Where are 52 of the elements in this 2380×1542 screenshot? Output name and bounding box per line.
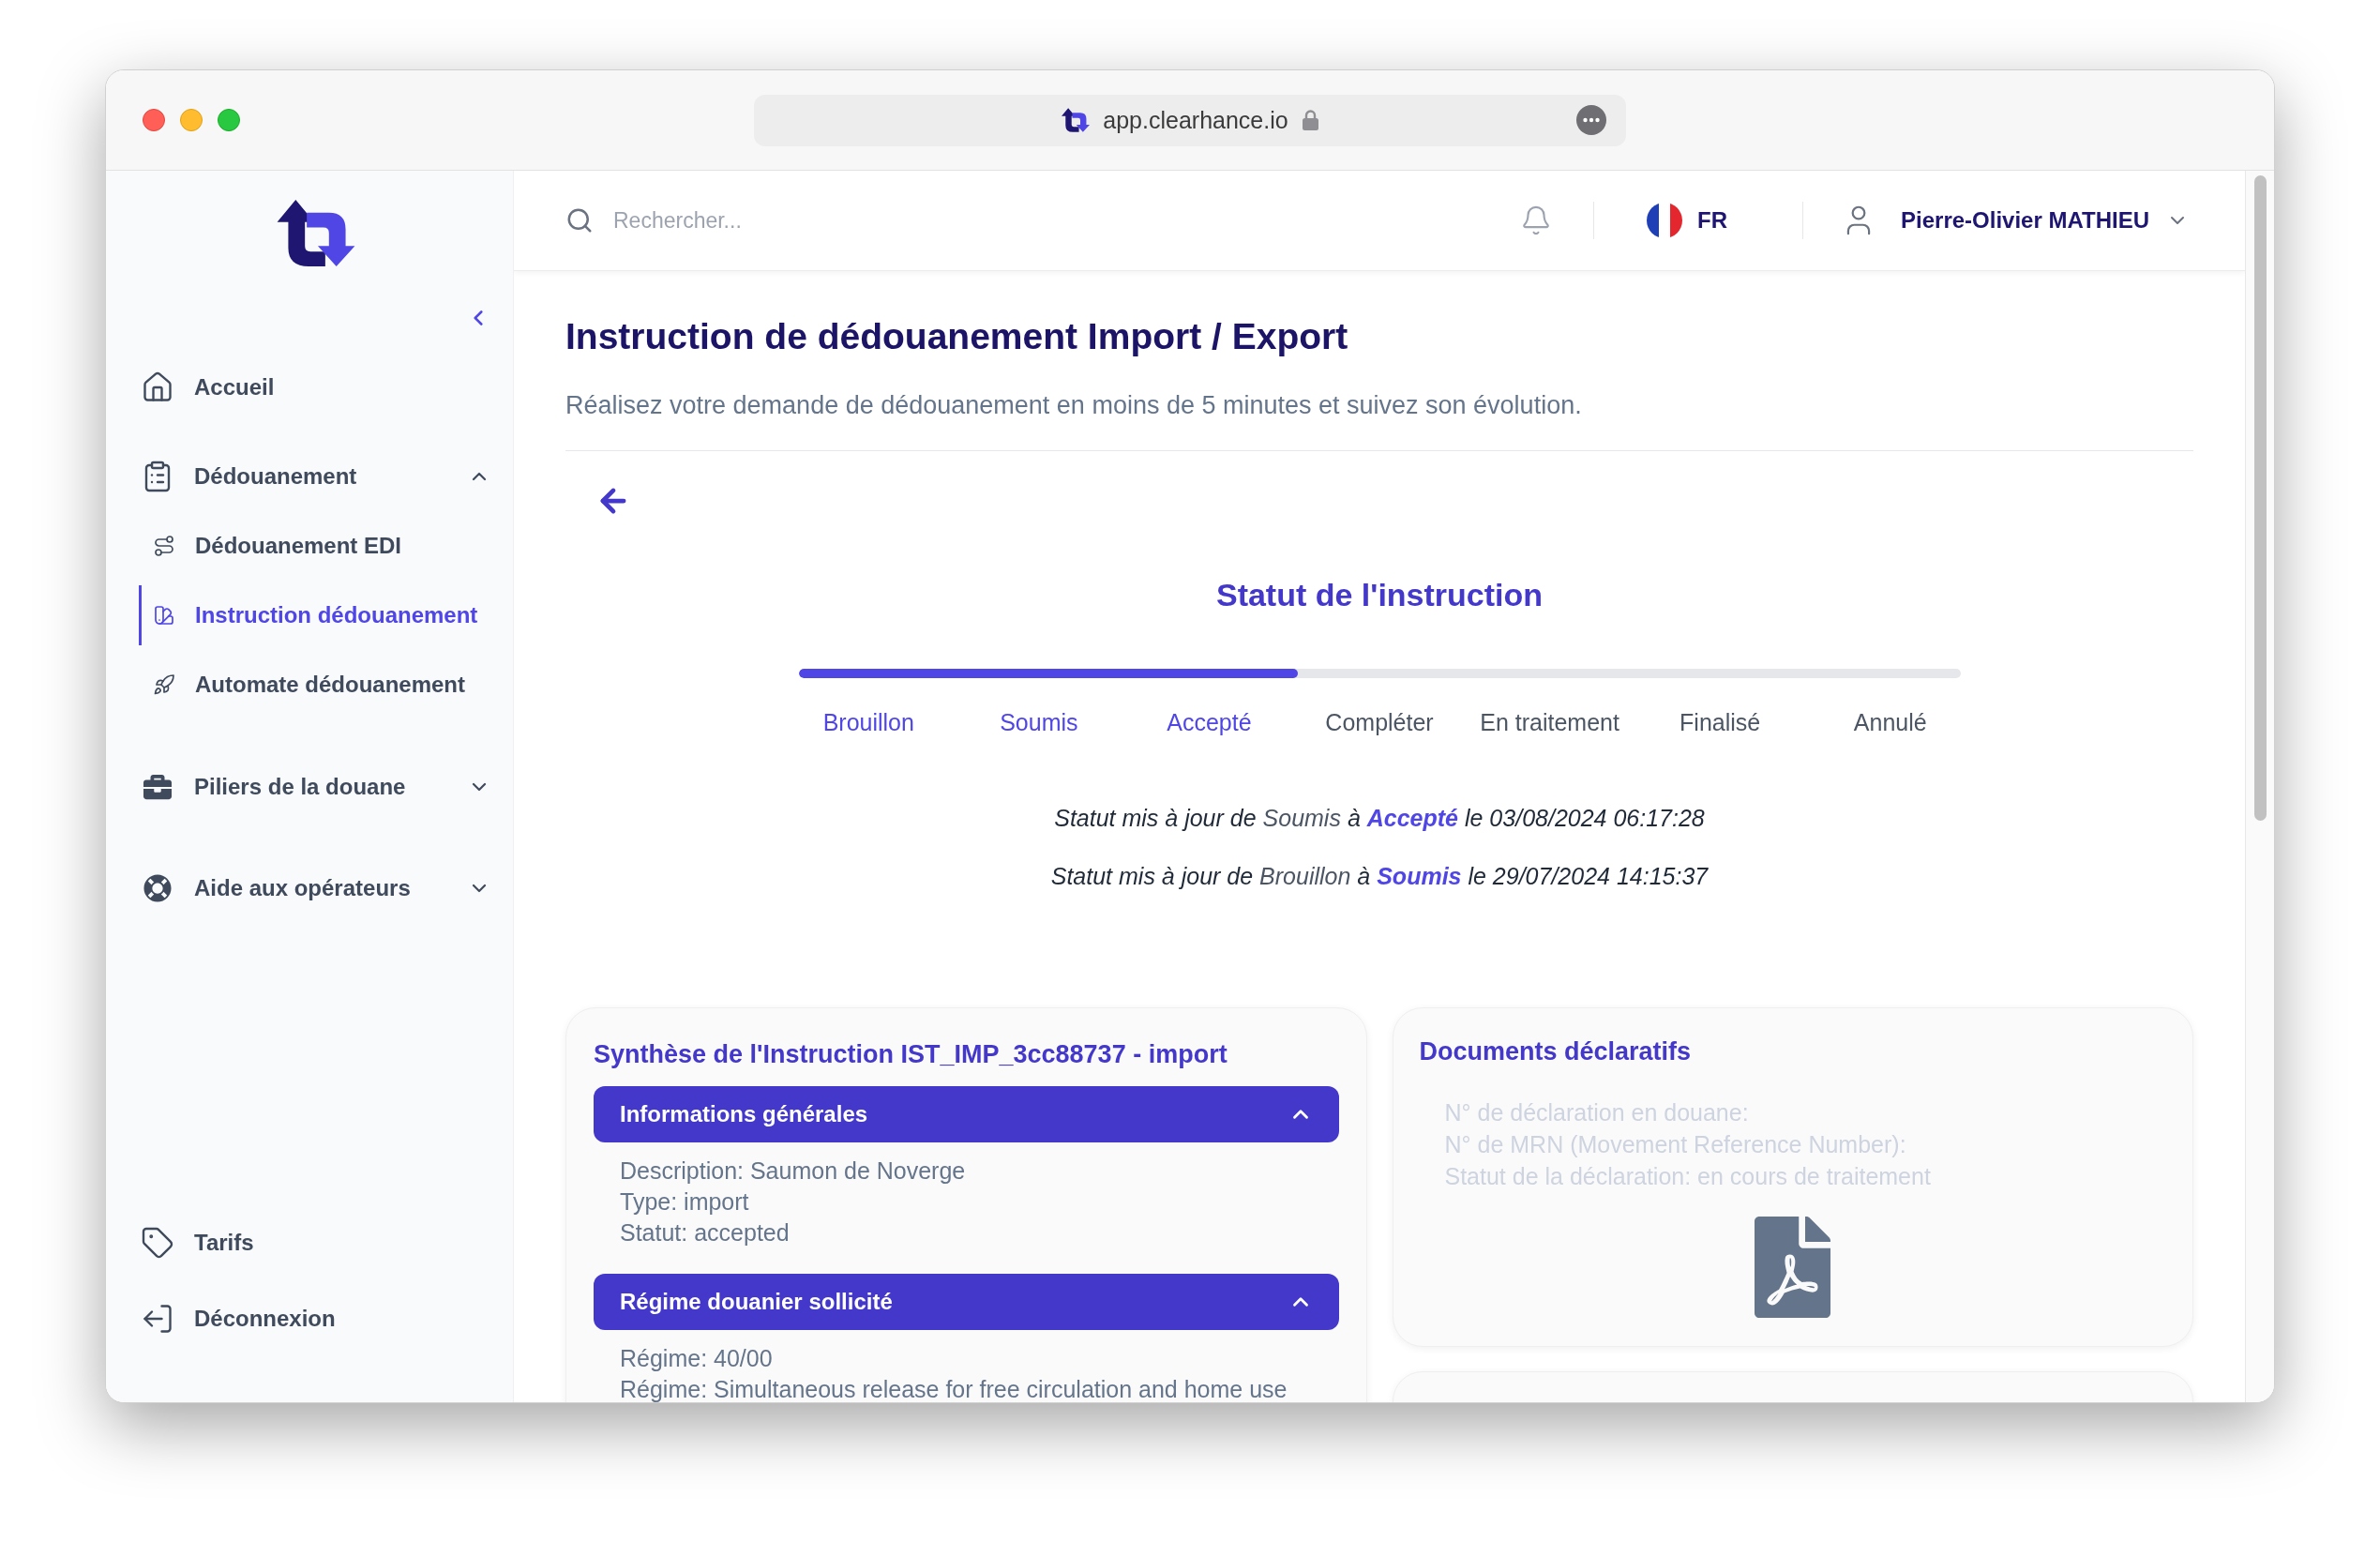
lock-icon: [1302, 110, 1318, 130]
nav-subitem[interactable]: Dédouanement EDI: [139, 516, 490, 576]
detail-line: Régime: 40/00: [620, 1344, 773, 1373]
rocket-icon: [153, 673, 175, 696]
user-menu[interactable]: Pierre-Olivier MATHIEU: [1841, 203, 2189, 238]
flag-icon: [1647, 203, 1683, 238]
nav-item[interactable]: Déconnexion: [141, 1296, 490, 1341]
page-subtitle: Réalisez votre demande de dédouanement en moins de 5 minutes et suivez son évolution.: [565, 390, 1582, 421]
logo-icon: [1062, 108, 1091, 132]
detail-line: Type: import: [620, 1187, 749, 1217]
scrollbar-thumb[interactable]: [2253, 175, 2267, 821]
status-history-entry: Statut mis à jour de Soumis à Accepté le 03/08/2024 06:17:28: [1054, 804, 1705, 833]
window-minimize-button[interactable]: [180, 109, 203, 131]
page-title: Instruction de dédouanement Import / Export: [565, 316, 1348, 357]
more-icon[interactable]: [1576, 105, 1606, 135]
accordion-header[interactable]: Informations générales: [594, 1086, 1339, 1142]
nav-subitem[interactable]: Automate dédouanement: [139, 655, 490, 715]
card-title: Synthèse de l'Instruction IST_IMP_3cc88737 - import: [594, 1039, 1228, 1070]
window-close-button[interactable]: [143, 109, 165, 131]
step-label: Brouillon: [822, 708, 914, 736]
briefcase-icon: [143, 773, 172, 801]
house-icon: [141, 370, 174, 404]
step-label: Compléter: [1325, 708, 1434, 736]
search-field[interactable]: Rechercher...: [613, 202, 970, 239]
nav-item[interactable]: Piliers de la douane: [141, 764, 490, 809]
route-icon: [153, 535, 175, 557]
section-title: Statut de l'instruction: [1214, 576, 1544, 613]
life-ring-icon: [143, 874, 172, 902]
nav-item[interactable]: Aide aux opérateurs: [141, 866, 490, 911]
address-bar[interactable]: app.clearhance.io: [754, 94, 1626, 146]
status-history-entry: Statut mis à jour de Brouillon à Soumis le 29/07/2024 14:15:37: [1050, 862, 1709, 891]
tag-icon: [141, 1226, 174, 1260]
swatch-book-icon: [153, 604, 175, 627]
search-icon: [565, 206, 594, 234]
window-zoom-button[interactable]: [218, 109, 240, 131]
step-label: Accepté: [1167, 708, 1252, 736]
pdf-file-icon[interactable]: [1754, 1217, 1830, 1318]
nav-item[interactable]: Accueil: [141, 365, 490, 410]
step-label: Soumis: [1000, 708, 1078, 736]
detail-line: Statut: accepted: [620, 1218, 790, 1247]
nav-item[interactable]: Dédouanement: [141, 454, 490, 499]
exit-icon: [141, 1302, 174, 1336]
step-label: Finalisé: [1680, 708, 1761, 736]
nav-subitem[interactable]: Instruction dédouanement: [139, 585, 490, 645]
detail-line: Régime: Simultaneous release for free circulation and home use: [620, 1375, 1288, 1402]
language-selector[interactable]: FR: [1647, 203, 1728, 238]
step-label: En traitement: [1480, 708, 1619, 736]
step-label: Annulé: [1853, 708, 1927, 736]
nav-item[interactable]: Tarifs: [141, 1220, 490, 1265]
card-title: Documents déclaratifs: [1419, 1036, 1692, 1067]
detail-line: Description: Saumon de Noverge: [620, 1156, 966, 1186]
accordion-header[interactable]: Régime douanier sollicité: [594, 1274, 1339, 1330]
